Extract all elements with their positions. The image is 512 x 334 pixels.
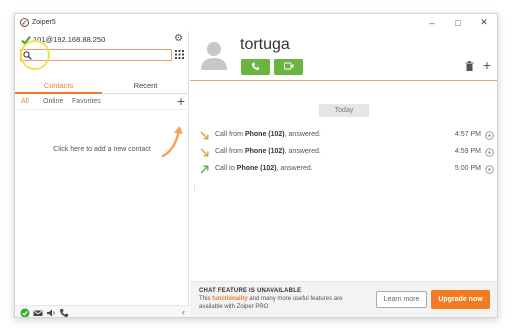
filter-favorites[interactable]: Favorites (72, 98, 101, 105)
maximize-button[interactable]: □ (445, 14, 471, 31)
minimize-button[interactable]: – (419, 14, 445, 31)
tab-recent[interactable]: Recent (102, 80, 189, 94)
left-footer: ‹ (15, 305, 189, 317)
info-icon[interactable] (485, 165, 494, 174)
call-history-row: Call to Phone (102), answered. 5:00 PM (190, 163, 497, 177)
highlight-annotation (20, 40, 50, 70)
contact-name: tortuga (240, 36, 290, 53)
add-contact-button[interactable]: + (177, 94, 185, 108)
add-icon[interactable]: + (483, 58, 491, 72)
phone-icon (251, 62, 260, 73)
call-description: Call from Phone (102), answered. (215, 131, 321, 138)
contacts-tabs: Contacts Recent (15, 80, 189, 94)
trash-icon[interactable] (465, 61, 474, 71)
date-separator: Today (319, 104, 369, 117)
banner-description: This functionality and many more useful … (199, 296, 343, 310)
voicemail-icon[interactable] (33, 308, 43, 317)
upgrade-now-button[interactable]: Upgrade now (431, 290, 490, 309)
call-history-row: Call from Phone (102), answered. 4:57 PM (190, 129, 497, 143)
app-window: Zoiper5 – □ ✕ 101@192.168.88.250 ⚙ Conta… (14, 13, 498, 318)
avatar-icon (200, 39, 228, 71)
call-time: 5:00 PM (454, 165, 481, 172)
phone-settings-icon[interactable] (59, 308, 69, 317)
collapse-panel-icon[interactable]: ‹ (182, 307, 185, 317)
learn-more-button[interactable]: Learn more (376, 291, 427, 308)
chat-unavailable-banner: CHAT FEATURE IS UNAVAILABLE This functio… (190, 281, 497, 317)
conversation-panel: tortuga + Today Call from Phone (102), a… (190, 31, 497, 317)
call-description: Call to Phone (102), answered. (215, 165, 313, 172)
speaker-icon[interactable] (46, 308, 56, 317)
zoiper-logo-icon (20, 18, 29, 27)
curved-arrow-icon (161, 124, 187, 158)
window-controls: – □ ✕ (419, 14, 497, 31)
dialpad-icon[interactable] (175, 50, 184, 59)
filter-online[interactable]: Online (43, 98, 63, 105)
banner-title: CHAT FEATURE IS UNAVAILABLE (199, 288, 302, 294)
incoming-call-icon (200, 131, 209, 140)
info-icon[interactable] (485, 148, 494, 157)
contacts-panel: 101@192.168.88.250 ⚙ Contacts Recent All… (15, 31, 189, 317)
call-time: 4:59 PM (454, 148, 481, 155)
panel-resize-handle[interactable]: ⋮ (191, 184, 198, 192)
audio-call-button[interactable] (241, 59, 270, 75)
incoming-call-icon (200, 148, 209, 157)
contact-header: tortuga + (190, 31, 497, 81)
tab-contacts[interactable]: Contacts (15, 80, 102, 94)
gear-icon[interactable]: ⚙ (174, 34, 184, 44)
close-button[interactable]: ✕ (471, 14, 497, 31)
call-time: 4:57 PM (454, 131, 481, 138)
filter-all[interactable]: All (21, 98, 29, 105)
title-bar: Zoiper5 – □ ✕ (15, 14, 497, 31)
info-icon[interactable] (485, 131, 494, 140)
call-history: Today Call from Phone (102), answered. 4… (190, 82, 497, 282)
video-call-button[interactable] (274, 59, 303, 75)
outgoing-call-icon (200, 165, 209, 174)
window-title: Zoiper5 (32, 19, 56, 26)
contact-filters: All Online Favorites + (15, 94, 189, 110)
call-history-row: Call from Phone (102), answered. 4:59 PM (190, 146, 497, 160)
video-icon (283, 62, 294, 72)
status-online-icon[interactable] (20, 308, 30, 317)
call-description: Call from Phone (102), answered. (215, 148, 321, 155)
